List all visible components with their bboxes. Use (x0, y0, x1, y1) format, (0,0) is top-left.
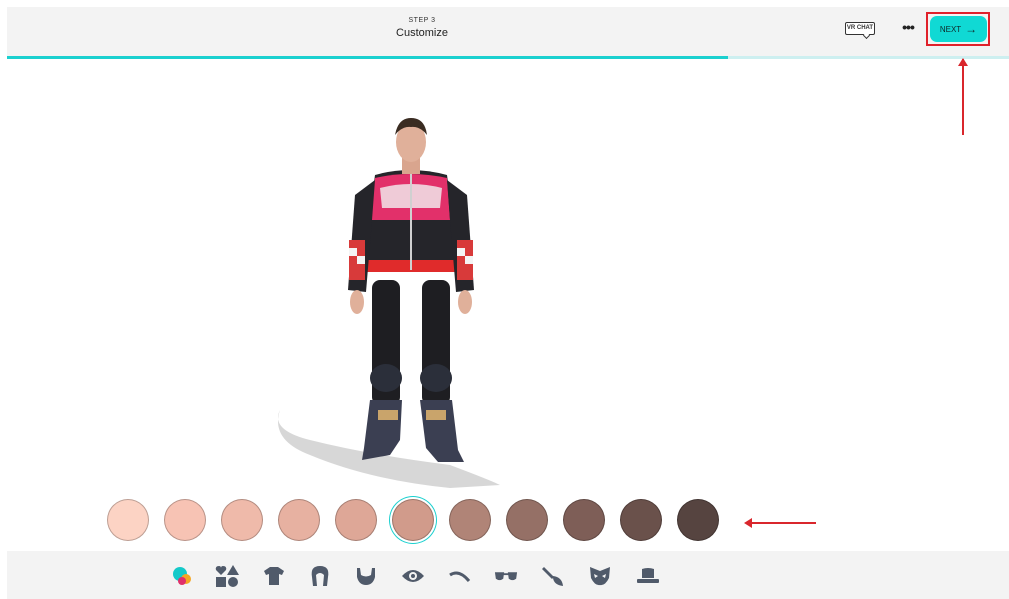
progress-bar (7, 56, 1009, 59)
skin-color-swatches (107, 499, 727, 543)
step-header: STEP 3 Customize (7, 16, 837, 41)
arrow-right-icon: → (965, 22, 978, 36)
page-title: Customize (396, 27, 448, 39)
beard-icon[interactable] (354, 565, 378, 587)
progress-bar-fill (7, 56, 729, 59)
makeup-brush-icon[interactable] (541, 565, 565, 587)
glasses-icon[interactable] (494, 565, 518, 587)
skin-color-swatch[interactable] (164, 499, 206, 541)
skin-color-swatch[interactable] (677, 499, 719, 541)
shirt-icon[interactable] (262, 565, 286, 587)
skin-color-swatch[interactable] (449, 499, 491, 541)
next-button-label: NEXT (939, 24, 962, 34)
skin-color-swatch[interactable] (563, 499, 605, 541)
eye-icon[interactable] (401, 565, 425, 587)
avatar-preview[interactable] (250, 110, 530, 490)
eyebrow-icon[interactable] (448, 565, 472, 587)
skin-color-swatch[interactable] (335, 499, 377, 541)
skin-color-swatch[interactable] (506, 499, 548, 541)
skin-color-swatch[interactable] (278, 499, 320, 541)
step-label: STEP 3 (408, 17, 436, 24)
skin-color-swatch[interactable] (107, 499, 149, 541)
next-button[interactable]: NEXT → (930, 16, 987, 42)
skin-color-swatch[interactable] (392, 499, 434, 541)
mask-icon[interactable] (588, 565, 612, 587)
skin-color-icon[interactable] (171, 565, 195, 587)
top-bar: STEP 3 Customize VR CHAT ••• NEXT → (7, 7, 1009, 56)
vrchat-logo: VR CHAT (845, 22, 875, 35)
body-shape-icon[interactable] (215, 565, 239, 587)
annotation-arrow (744, 518, 816, 528)
hat-icon[interactable] (636, 565, 660, 587)
category-toolbar (7, 551, 1009, 599)
skin-color-swatch[interactable] (221, 499, 263, 541)
annotation-arrow (958, 58, 968, 135)
more-options-button[interactable]: ••• (899, 20, 917, 36)
hair-icon[interactable] (308, 565, 332, 587)
skin-color-swatch[interactable] (620, 499, 662, 541)
